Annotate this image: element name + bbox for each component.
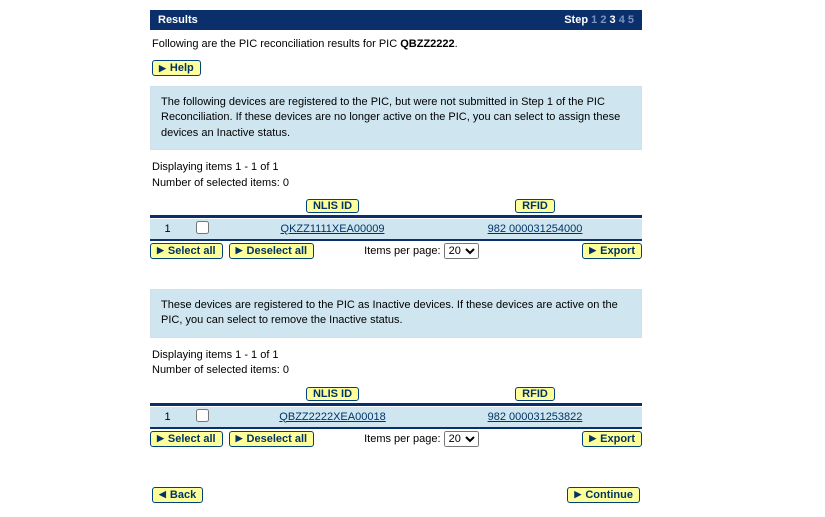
- select-all-button[interactable]: ▶Select all: [150, 431, 223, 447]
- section1-table: 1 QKZZ1111XEA00009 982 000031254000: [150, 215, 642, 241]
- intro-text: Following are the PIC reconciliation res…: [150, 30, 642, 60]
- section2-table: 1 QBZZ2222XEA00018 982 000031253822: [150, 403, 642, 429]
- row-checkbox[interactable]: [196, 409, 209, 422]
- back-button[interactable]: ◀Back: [152, 487, 203, 503]
- items-per-page-select[interactable]: 20: [444, 243, 479, 259]
- play-icon: ▶: [589, 433, 596, 444]
- play-icon: ▶: [589, 245, 596, 256]
- play-icon: ▶: [574, 489, 581, 500]
- col-nlis-id[interactable]: NLIS ID: [306, 387, 359, 401]
- row-checkbox[interactable]: [196, 221, 209, 234]
- items-per-page-select[interactable]: 20: [444, 431, 479, 447]
- items-per-page-label: Items per page:: [364, 433, 440, 445]
- export-button[interactable]: ▶Export: [582, 243, 642, 259]
- step-indicator: Step 1 2 3 4 5: [564, 14, 634, 26]
- pic-code: QBZZ2222: [400, 38, 454, 50]
- play-icon: ▶: [236, 433, 243, 444]
- section1-counts: Displaying items 1 - 1 of 1 Number of se…: [150, 150, 642, 195]
- nav-row: ◀Back ▶Continue: [150, 457, 642, 513]
- nlis-link[interactable]: QKZZ1111XEA00009: [281, 223, 385, 235]
- export-button[interactable]: ▶Export: [582, 431, 642, 447]
- section1-controls: ▶Select all ▶Deselect all Items per page…: [150, 241, 642, 269]
- section2-info: These devices are registered to the PIC …: [150, 289, 642, 338]
- section2-counts: Displaying items 1 - 1 of 1 Number of se…: [150, 338, 642, 383]
- play-icon: ▶: [236, 245, 243, 256]
- play-back-icon: ◀: [159, 489, 166, 500]
- table-row: 1 QKZZ1111XEA00009 982 000031254000: [150, 218, 642, 239]
- rfid-link[interactable]: 982 000031253822: [488, 411, 583, 423]
- play-icon: ▶: [157, 245, 164, 256]
- results-title: Results: [158, 14, 198, 26]
- section1-info: The following devices are registered to …: [150, 86, 642, 150]
- help-button[interactable]: ▶Help: [152, 60, 201, 76]
- items-per-page-label: Items per page:: [364, 245, 440, 257]
- section1-column-labels: NLIS ID RFID: [150, 199, 642, 213]
- col-rfid[interactable]: RFID: [515, 199, 555, 213]
- results-header: Results Step 1 2 3 4 5: [150, 10, 642, 30]
- row-index: 1: [150, 223, 185, 235]
- section2-column-labels: NLIS ID RFID: [150, 387, 642, 401]
- section2-controls: ▶Select all ▶Deselect all Items per page…: [150, 429, 642, 457]
- table-row: 1 QBZZ2222XEA00018 982 000031253822: [150, 406, 642, 427]
- deselect-all-button[interactable]: ▶Deselect all: [229, 243, 314, 259]
- play-icon: ▶: [159, 63, 166, 74]
- play-icon: ▶: [157, 433, 164, 444]
- rfid-link[interactable]: 982 000031254000: [488, 223, 583, 235]
- deselect-all-button[interactable]: ▶Deselect all: [229, 431, 314, 447]
- row-index: 1: [150, 411, 185, 423]
- col-rfid[interactable]: RFID: [515, 387, 555, 401]
- nlis-link[interactable]: QBZZ2222XEA00018: [279, 411, 385, 423]
- continue-button[interactable]: ▶Continue: [567, 487, 640, 503]
- select-all-button[interactable]: ▶Select all: [150, 243, 223, 259]
- col-nlis-id[interactable]: NLIS ID: [306, 199, 359, 213]
